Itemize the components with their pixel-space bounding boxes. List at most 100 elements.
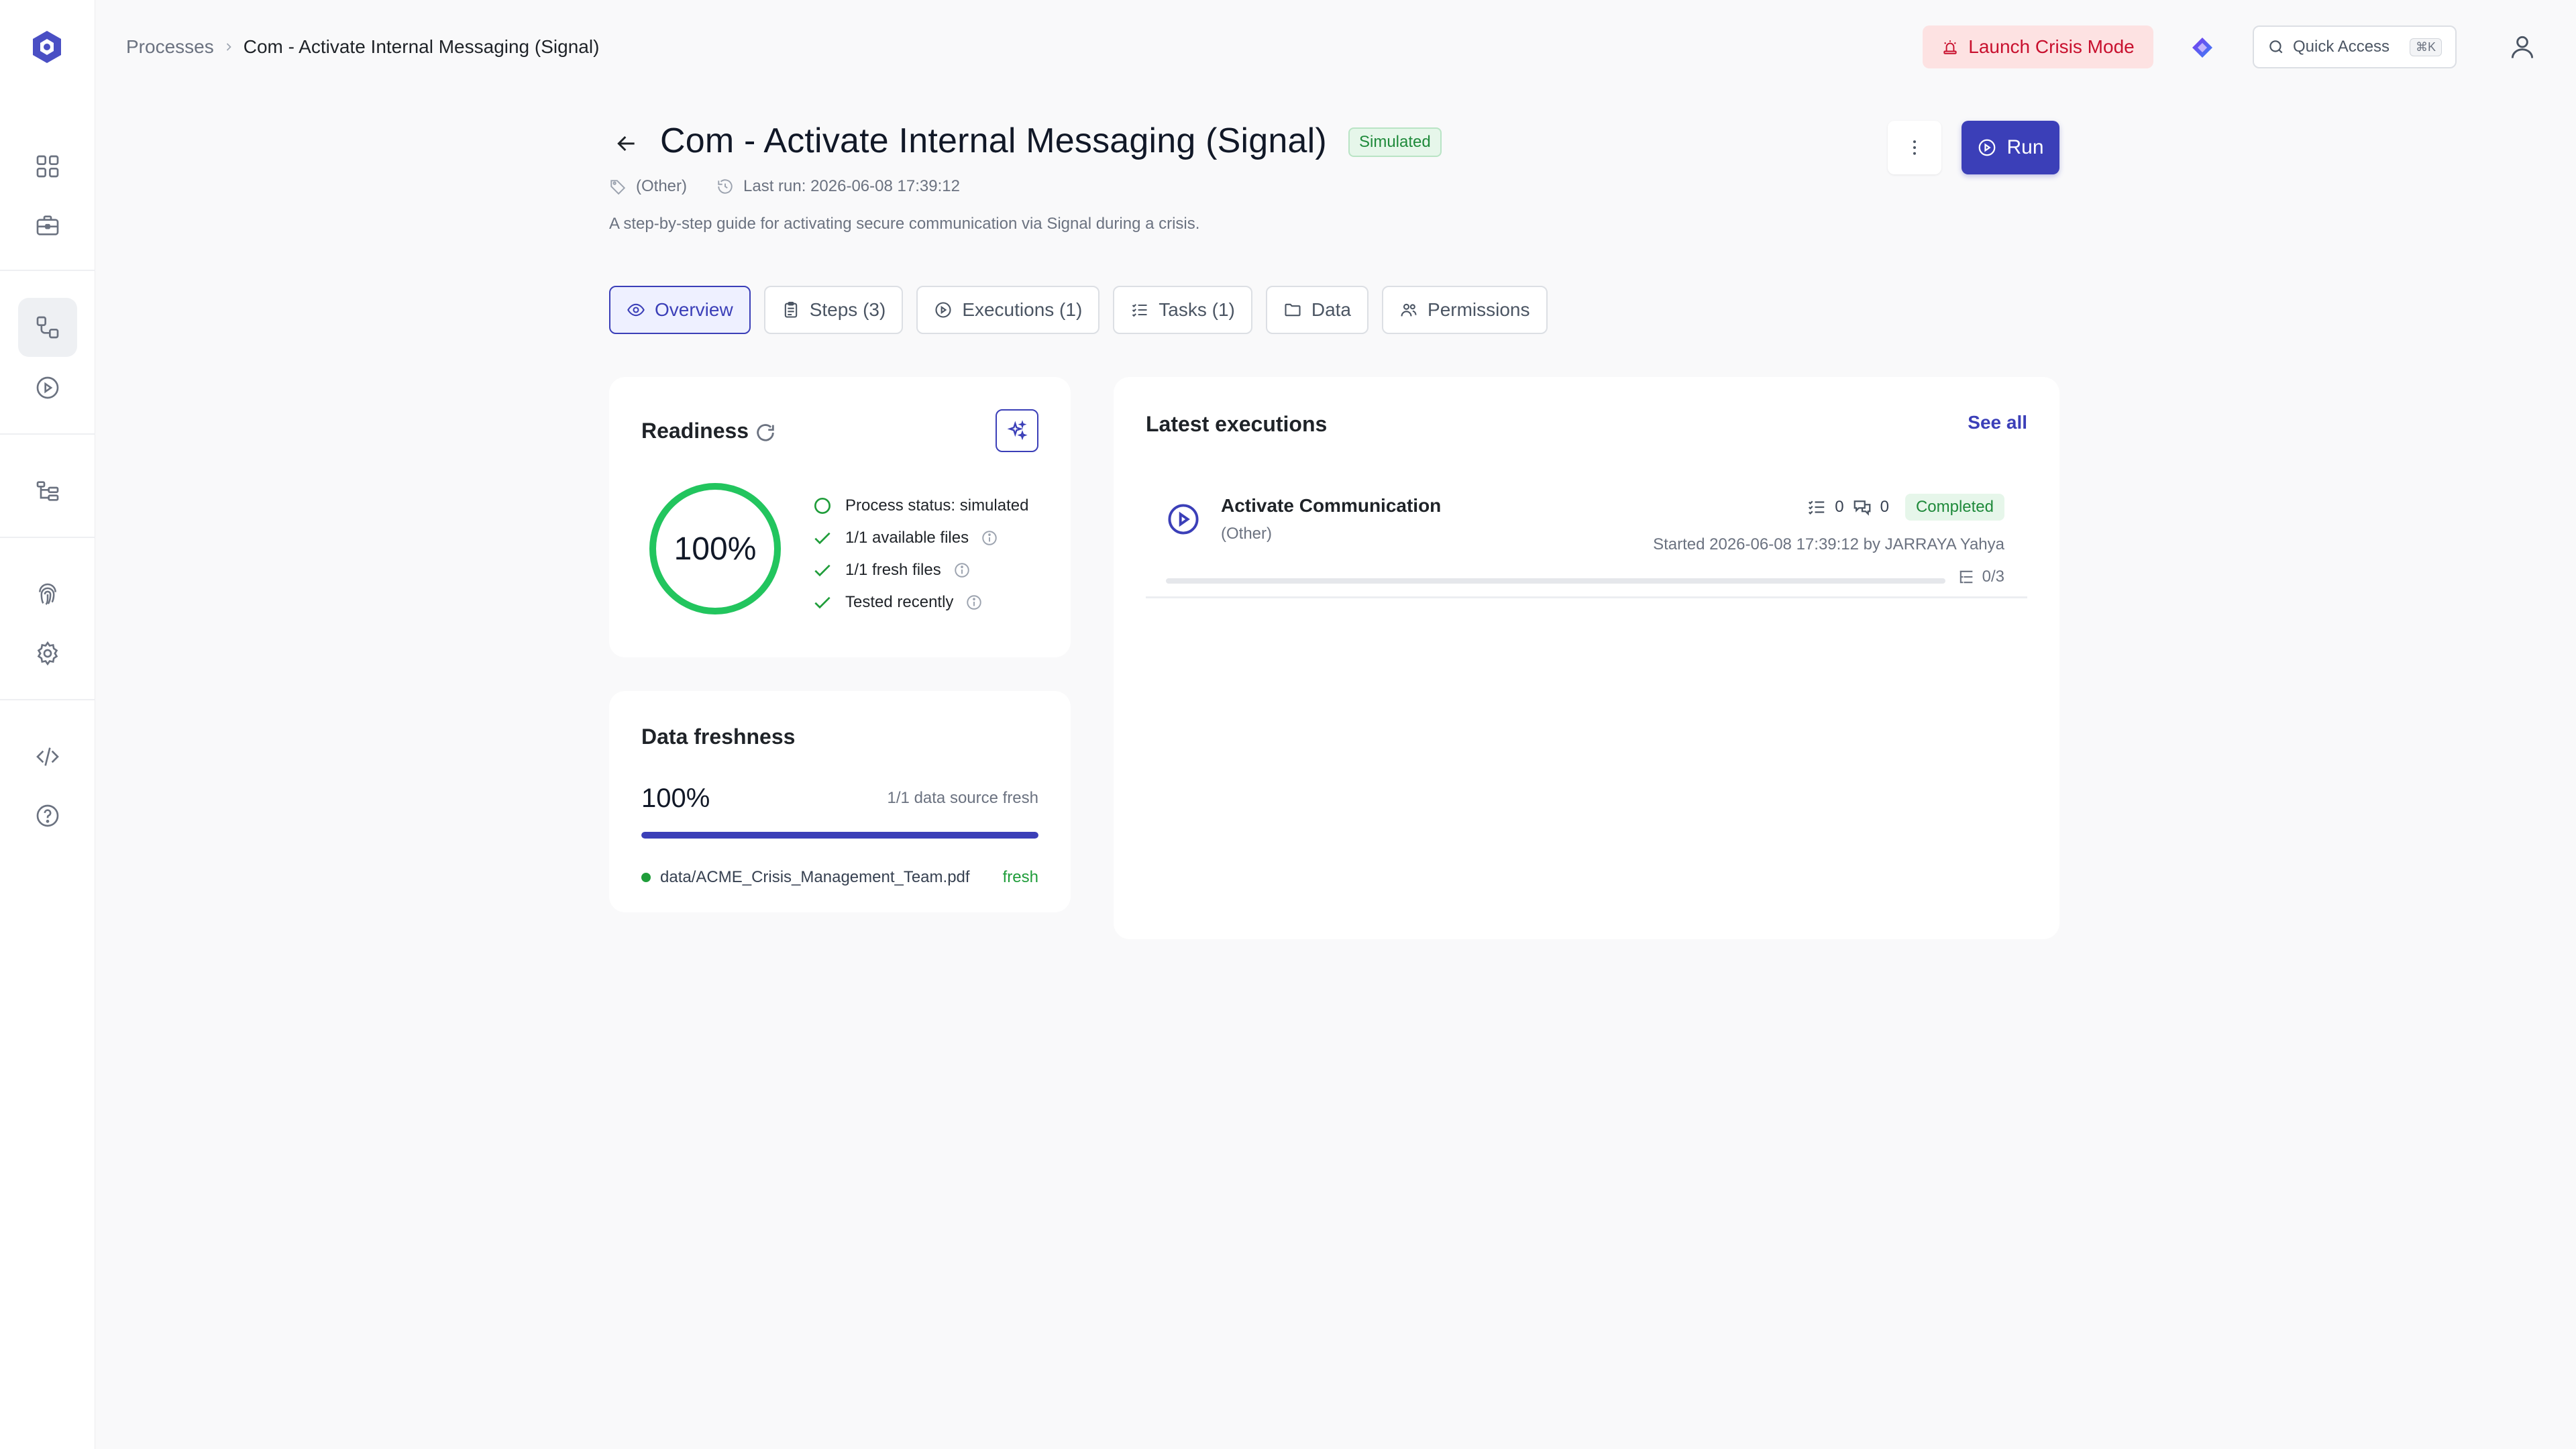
more-options-button[interactable]	[1888, 121, 1941, 174]
settings-gear-icon[interactable]	[18, 624, 77, 683]
fingerprint-icon[interactable]	[18, 565, 77, 624]
sidebar-divider	[0, 270, 95, 271]
check-label: 1/1 available files	[845, 529, 969, 547]
user-profile-icon[interactable]	[2508, 32, 2537, 62]
quick-access-label: Quick Access	[2293, 38, 2390, 56]
freshness-progress-fill	[641, 832, 1038, 839]
category-label: (Other)	[636, 177, 688, 195]
more-vertical-icon	[1913, 140, 1916, 155]
search-icon	[2269, 40, 2283, 54]
process-last-run: Last run: 2026-06-08 17:39:12	[716, 177, 960, 196]
check-icon	[814, 532, 830, 545]
play-circle-icon	[1168, 504, 1199, 535]
tab-permissions[interactable]: Permissions	[1382, 286, 1548, 334]
quick-access-search[interactable]: Quick Access ⌘K	[2253, 25, 2457, 68]
eye-icon	[627, 303, 645, 317]
check-item: Tested recently	[812, 586, 1028, 619]
readiness-percent: 100%	[674, 531, 757, 567]
process-tabs: Overview Steps (3) Executions (1) Tasks …	[609, 286, 1548, 334]
execution-list-item[interactable]: Activate Communication (Other) 0 0 Compl…	[1146, 484, 2027, 598]
processes-icon[interactable]	[18, 298, 77, 357]
history-icon	[718, 179, 733, 194]
comments-count: 0	[1880, 498, 1889, 516]
dashboard-icon[interactable]	[18, 137, 77, 196]
readiness-title: Readiness	[641, 419, 749, 443]
process-description: A step-by-step guide for activating secu…	[609, 215, 1200, 233]
info-icon[interactable]	[965, 594, 983, 611]
tab-label: Data	[1311, 299, 1352, 320]
run-label: Run	[2006, 136, 2044, 158]
process-meta: (Other) Last run: 2026-06-08 17:39:12	[609, 177, 989, 196]
status-badge: Simulated	[1348, 127, 1442, 157]
briefcase-icon[interactable]	[18, 196, 77, 255]
tag-icon	[610, 180, 626, 195]
data-freshness-card: Data freshness 100% 1/1 data source fres…	[609, 691, 1071, 912]
data-file-name: data/ACME_Crisis_Management_Team.pdf	[660, 868, 970, 886]
freshness-title: Data freshness	[641, 724, 796, 749]
freshness-progress-bar	[641, 832, 1038, 839]
tab-data[interactable]: Data	[1265, 286, 1369, 334]
execution-stats: 0 0 Completed	[1807, 494, 2004, 521]
ai-analyze-button[interactable]	[996, 409, 1038, 452]
check-item: Process status: simulated	[812, 490, 1028, 522]
run-button[interactable]: Run	[1962, 121, 2059, 174]
process-category: (Other)	[609, 177, 687, 196]
see-all-link[interactable]: See all	[1968, 412, 2027, 433]
sidebar-divider	[0, 433, 95, 435]
check-label: 1/1 fresh files	[845, 561, 941, 579]
comments-icon	[1854, 500, 1870, 516]
sidebar-divider	[0, 699, 95, 700]
tab-tasks[interactable]: Tasks (1)	[1113, 286, 1252, 334]
ai-assistant-icon[interactable]	[2188, 34, 2216, 62]
tab-steps[interactable]: Steps (3)	[763, 286, 904, 334]
circle-status-icon	[814, 498, 830, 514]
page-title: Com - Activate Internal Messaging (Signa…	[660, 121, 1327, 160]
hierarchy-icon[interactable]	[18, 462, 77, 521]
chevron-right-icon	[226, 43, 231, 51]
tab-overview[interactable]: Overview	[609, 286, 751, 334]
check-icon	[814, 564, 830, 577]
check-icon	[814, 596, 830, 609]
refresh-icon[interactable]	[754, 421, 777, 444]
check-label: Process status: simulated	[845, 496, 1029, 515]
execution-steps-progress: 0/3	[1957, 568, 2004, 586]
tab-label: Permissions	[1428, 299, 1530, 320]
last-run-label: Last run: 2026-06-08 17:39:12	[743, 177, 960, 195]
back-arrow-button[interactable]	[613, 130, 640, 157]
status-dot-icon	[641, 873, 651, 882]
executions-play-icon[interactable]	[18, 358, 77, 417]
users-icon	[1401, 303, 1417, 317]
check-label: Tested recently	[845, 593, 954, 611]
tasks-list-icon	[1809, 500, 1825, 515]
latest-executions-card: Latest executions See all Activate Commu…	[1114, 377, 2059, 939]
app-logo-icon[interactable]	[30, 30, 64, 64]
sidebar	[0, 0, 95, 1449]
play-circle-icon	[1979, 139, 1996, 156]
arrow-left-icon	[617, 136, 635, 152]
sidebar-divider	[0, 537, 95, 538]
sparkles-icon	[1007, 420, 1028, 441]
list-checks-icon	[1132, 304, 1147, 317]
readiness-card: Readiness 100% Process status: simulated…	[609, 377, 1071, 657]
play-circle-icon	[935, 302, 951, 318]
clipboard-icon	[784, 301, 797, 318]
execution-started: Started 2026-06-08 17:39:12 by JARRAYA Y…	[1653, 535, 2004, 553]
steps-progress-label: 0/3	[1982, 568, 2004, 586]
breadcrumb-processes-link[interactable]: Processes	[126, 36, 214, 58]
list-tree-icon	[1960, 570, 1972, 584]
tab-executions[interactable]: Executions (1)	[916, 286, 1100, 334]
help-icon[interactable]	[18, 786, 77, 845]
data-file-item[interactable]: data/ACME_Crisis_Management_Team.pdf	[641, 868, 970, 887]
code-icon[interactable]	[18, 727, 77, 786]
info-icon[interactable]	[953, 561, 971, 579]
launch-crisis-mode-label: Launch Crisis Mode	[1968, 36, 2135, 57]
check-item: 1/1 fresh files	[812, 554, 1028, 586]
launch-crisis-mode-button[interactable]: Launch Crisis Mode	[1923, 25, 2153, 68]
execution-progress-bar	[1166, 578, 1945, 584]
info-icon[interactable]	[981, 529, 998, 547]
tab-label: Tasks (1)	[1159, 299, 1235, 320]
tasks-count: 0	[1835, 498, 1844, 516]
tab-label: Executions (1)	[962, 299, 1083, 320]
shortcut-kbd: ⌘K	[2409, 38, 2442, 56]
freshness-percent: 100%	[641, 784, 710, 813]
